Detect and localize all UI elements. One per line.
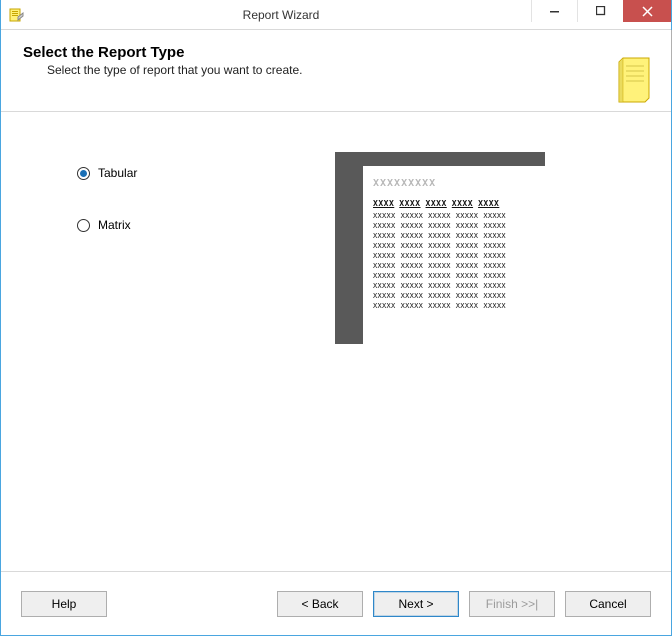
preview-cell: XXXXX xyxy=(456,242,479,250)
maximize-button[interactable] xyxy=(577,0,623,22)
preview-cell: XXXXX xyxy=(401,282,424,290)
preview-col-header: XXXX xyxy=(426,199,447,208)
preview-cell: XXXXX xyxy=(483,252,506,260)
preview-cell: XXXXX xyxy=(428,242,451,250)
page-title: Select the Report Type xyxy=(23,44,649,61)
preview-cell: XXXXX xyxy=(428,282,451,290)
preview-cell: XXXXX xyxy=(373,282,396,290)
preview-cell: XXXXX xyxy=(373,232,396,240)
radio-icon xyxy=(77,219,90,232)
preview-cell: XXXXX xyxy=(456,292,479,300)
help-button[interactable]: Help xyxy=(21,591,107,617)
preview-cell: XXXXX xyxy=(373,222,396,230)
report-type-group: Tabular Matrix xyxy=(77,166,137,270)
window-title: Report Wizard xyxy=(31,0,531,29)
close-icon xyxy=(642,6,653,17)
preview-cell: XXXXX xyxy=(428,252,451,260)
wizard-header: Select the Report Type Select the type o… xyxy=(1,30,671,112)
radio-tabular[interactable]: Tabular xyxy=(77,166,137,180)
preview-cell: XXXXX xyxy=(456,232,479,240)
preview-col-header: XXXX xyxy=(452,199,473,208)
wizard-button-bar: Help < Back Next > Finish >>| Cancel xyxy=(1,571,671,635)
titlebar: Report Wizard xyxy=(1,0,671,30)
preview-cell: XXXXX xyxy=(401,292,424,300)
preview-row: XXXXX XXXXX XXXXX XXXXX XXXXX xyxy=(373,242,535,250)
radio-label: Tabular xyxy=(98,166,137,180)
preview-cell: XXXXX xyxy=(456,302,479,310)
preview-rows: XXXXXXXXXXXXXXXXXXXXXXXXXXXXXXXXXXXXXXXX… xyxy=(373,212,535,310)
preview-cell: XXXXX xyxy=(483,262,506,270)
preview-title: XXXXXXXXX xyxy=(373,178,535,189)
preview-cell: XXXXX xyxy=(401,252,424,260)
preview-cell: XXXXX xyxy=(373,212,396,220)
radio-matrix[interactable]: Matrix xyxy=(77,218,137,232)
preview-cell: XXXXX xyxy=(428,222,451,230)
radio-icon xyxy=(77,167,90,180)
preview-col-header: XXXX xyxy=(373,199,394,208)
preview-row: XXXXX XXXXX XXXXX XXXXX XXXXX xyxy=(373,302,535,310)
preview-cell: XXXXX xyxy=(456,212,479,220)
app-icon xyxy=(1,0,31,29)
minimize-button[interactable] xyxy=(531,0,577,22)
report-wizard-window: Report Wizard Select the Report Type Sel… xyxy=(0,0,672,636)
preview-cell: XXXXX xyxy=(401,272,424,280)
preview-cell: XXXXX xyxy=(401,212,424,220)
preview-cell: XXXXX xyxy=(456,262,479,270)
preview-cell: XXXXX xyxy=(456,272,479,280)
preview-col-header: XXXX xyxy=(478,199,499,208)
preview-cell: XXXXX xyxy=(373,252,396,260)
finish-button[interactable]: Finish >>| xyxy=(469,591,555,617)
preview-cell: XXXXX xyxy=(373,262,396,270)
close-button[interactable] xyxy=(623,0,671,22)
preview-cell: XXXXX xyxy=(428,272,451,280)
report-icon xyxy=(617,56,657,107)
preview-cell: XXXXX xyxy=(483,222,506,230)
preview-row: XXXXX XXXXX XXXXX XXXXX XXXXX xyxy=(373,252,535,260)
preview-cell: XXXXX xyxy=(401,262,424,270)
preview-cell: XXXXX xyxy=(428,232,451,240)
report-preview: XXXXXXXXX XXXXXXXXXXXXXXXXXXXX XXXXXXXXX… xyxy=(335,152,545,344)
preview-cell: XXXXX xyxy=(428,302,451,310)
preview-cell: XXXXX xyxy=(483,302,506,310)
minimize-icon xyxy=(550,6,560,16)
cancel-button[interactable]: Cancel xyxy=(565,591,651,617)
preview-cell: XXXXX xyxy=(456,222,479,230)
window-controls xyxy=(531,0,671,22)
preview-row: XXXXX XXXXX XXXXX XXXXX XXXXX xyxy=(373,222,535,230)
preview-cell: XXXXX xyxy=(401,242,424,250)
preview-cell: XXXXX xyxy=(373,292,396,300)
preview-cell: XXXXX xyxy=(456,252,479,260)
wizard-content: Tabular Matrix XXXXXXXXX XXXXXXXXXXXXXXX… xyxy=(1,112,671,560)
preview-cell: XXXXX xyxy=(483,232,506,240)
preview-cell: XXXXX xyxy=(483,282,506,290)
maximize-icon xyxy=(596,6,606,16)
preview-row: XXXXX XXXXX XXXXX XXXXX XXXXX xyxy=(373,272,535,280)
preview-cell: XXXXX xyxy=(483,272,506,280)
preview-cell: XXXXX xyxy=(401,302,424,310)
preview-cell: XXXXX xyxy=(401,222,424,230)
preview-cell: XXXXX xyxy=(373,242,396,250)
preview-cell: XXXXX xyxy=(428,292,451,300)
preview-cell: XXXXX xyxy=(483,242,506,250)
preview-cell: XXXXX xyxy=(373,272,396,280)
preview-cell: XXXXX xyxy=(483,292,506,300)
page-subtitle: Select the type of report that you want … xyxy=(47,63,649,77)
preview-page: XXXXXXXXX XXXXXXXXXXXXXXXXXXXX XXXXXXXXX… xyxy=(363,166,545,344)
preview-row: XXXXX XXXXX XXXXX XXXXX XXXXX xyxy=(373,262,535,270)
preview-row: XXXXX XXXXX XXXXX XXXXX XXXXX xyxy=(373,292,535,300)
preview-col-header: XXXX xyxy=(399,199,420,208)
preview-cell: XXXXX xyxy=(428,212,451,220)
next-button[interactable]: Next > xyxy=(373,591,459,617)
preview-cell: XXXXX xyxy=(401,232,424,240)
preview-row: XXXXX XXXXX XXXXX XXXXX XXXXX xyxy=(373,282,535,290)
preview-cell: XXXXX xyxy=(428,262,451,270)
preview-cell: XXXXX xyxy=(483,212,506,220)
preview-row: XXXXX XXXXX XXXXX XXXXX XXXXX xyxy=(373,232,535,240)
radio-label: Matrix xyxy=(98,218,131,232)
preview-cell: XXXXX xyxy=(456,282,479,290)
preview-row: XXXXX XXXXX XXXXX XXXXX XXXXX xyxy=(373,212,535,220)
back-button[interactable]: < Back xyxy=(277,591,363,617)
preview-column-headers: XXXX XXXX XXXX XXXX XXXX xyxy=(373,199,535,208)
preview-cell: XXXXX xyxy=(373,302,396,310)
